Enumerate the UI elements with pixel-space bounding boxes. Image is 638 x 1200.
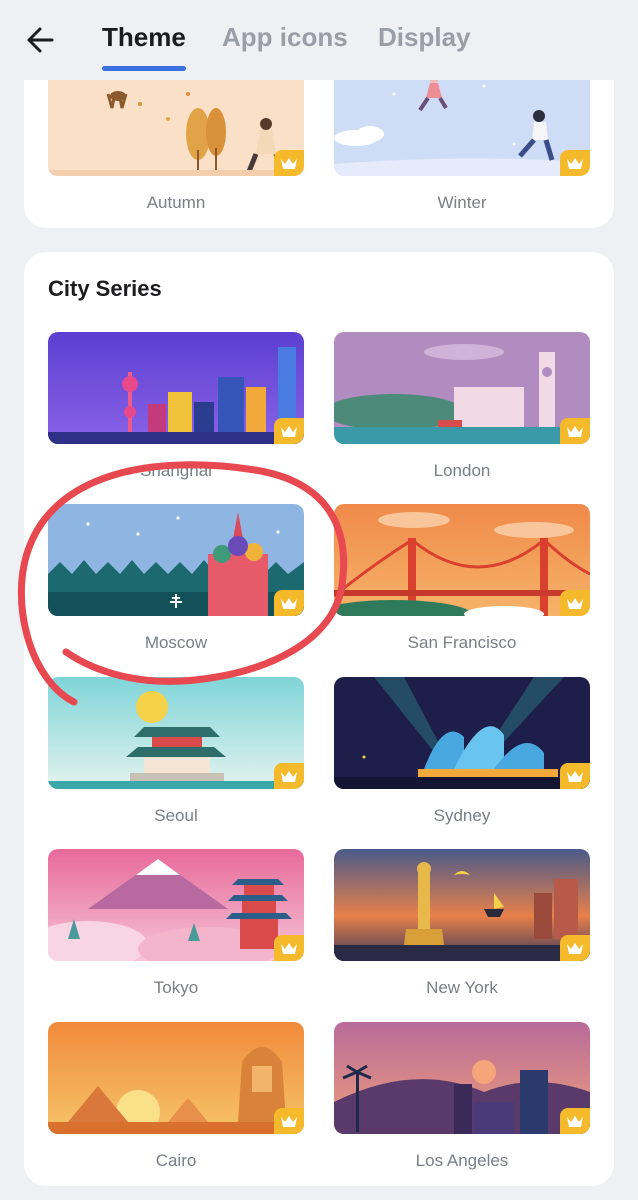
premium-badge (274, 150, 304, 176)
theme-label: Los Angeles (415, 1151, 509, 1170)
theme-tile-san-francisco[interactable]: San Francisco (334, 504, 590, 653)
theme-label: Autumn (146, 193, 206, 212)
back-button[interactable] (22, 20, 62, 60)
premium-badge (274, 935, 304, 961)
crown-icon (567, 1116, 583, 1127)
season-series-card: Autumn Winter (24, 80, 614, 228)
theme-thumbnail-shanghai (48, 332, 304, 444)
premium-badge (560, 150, 590, 176)
theme-tile-seoul[interactable]: Seoul (48, 677, 304, 826)
theme-tile-shanghai[interactable]: Shanghai (48, 332, 304, 481)
city-series-card: City Series Shanghai London Moscow San F… (24, 252, 614, 1186)
premium-badge (274, 590, 304, 616)
premium-badge (274, 418, 304, 444)
premium-badge (560, 935, 590, 961)
crown-icon (567, 598, 583, 609)
tab-theme[interactable]: Theme (102, 22, 186, 53)
theme-tile-autumn[interactable]: Autumn (48, 80, 304, 213)
theme-thumbnail-moscow (48, 504, 304, 616)
theme-label: Moscow (144, 633, 208, 652)
theme-tile-tokyo[interactable]: Tokyo (48, 849, 304, 998)
premium-badge (560, 763, 590, 789)
theme-tile-winter[interactable]: Winter (334, 80, 590, 213)
theme-label: Cairo (155, 1151, 197, 1170)
theme-label: Seoul (154, 806, 198, 825)
theme-thumbnail-cairo (48, 1022, 304, 1134)
premium-badge (560, 1108, 590, 1134)
crown-icon (281, 771, 297, 782)
premium-badge (274, 763, 304, 789)
theme-label: San Francisco (407, 633, 517, 652)
theme-tile-moscow[interactable]: Moscow (48, 504, 304, 653)
crown-icon (281, 1116, 297, 1127)
crown-icon (567, 426, 583, 437)
theme-tile-new-york[interactable]: New York (334, 849, 590, 998)
theme-thumbnail-winter (334, 80, 590, 176)
theme-label: Tokyo (153, 978, 199, 997)
theme-thumbnail-autumn (48, 80, 304, 176)
theme-label: Winter (437, 193, 487, 212)
theme-tile-los-angeles[interactable]: Los Angeles (334, 1022, 590, 1171)
crown-icon (567, 943, 583, 954)
premium-badge (274, 1108, 304, 1134)
crown-icon (281, 598, 297, 609)
active-tab-indicator (102, 66, 186, 71)
theme-thumbnail-new-york (334, 849, 590, 961)
theme-label: Shanghai (140, 461, 212, 480)
theme-tile-sydney[interactable]: Sydney (334, 677, 590, 826)
arrow-left-icon (27, 27, 54, 53)
theme-tile-london[interactable]: London (334, 332, 590, 481)
premium-badge (560, 590, 590, 616)
theme-thumbnail-london (334, 332, 590, 444)
theme-thumbnail-seoul (48, 677, 304, 789)
theme-thumbnail-los-angeles (334, 1022, 590, 1134)
crown-icon (281, 158, 297, 169)
crown-icon (567, 158, 583, 169)
theme-thumbnail-san-francisco (334, 504, 590, 616)
tab-display[interactable]: Display (378, 22, 471, 53)
crown-icon (281, 426, 297, 437)
section-title: City Series (48, 276, 162, 301)
theme-label: New York (426, 978, 498, 997)
premium-badge (560, 418, 590, 444)
theme-label: Sydney (433, 806, 491, 825)
tab-app-icons[interactable]: App icons (222, 22, 348, 53)
top-bar: Theme App icons Display (0, 0, 638, 82)
theme-label: London (433, 461, 491, 480)
theme-thumbnail-sydney (334, 677, 590, 789)
theme-thumbnail-tokyo (48, 849, 304, 961)
theme-tile-cairo[interactable]: Cairo (48, 1022, 304, 1171)
crown-icon (281, 943, 297, 954)
crown-icon (567, 771, 583, 782)
